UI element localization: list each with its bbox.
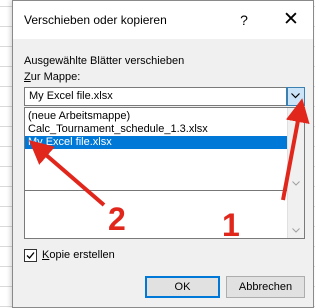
checkmark-icon: [26, 252, 35, 259]
copy-checkbox-label[interactable]: Kopie erstellen: [42, 249, 115, 261]
move-selected-sheets-label: Ausgewählte Blätter verschieben: [24, 55, 185, 67]
list-item-new-workbook[interactable]: (neue Arbeitsmappe): [25, 110, 287, 123]
dialog-title: Verschieben oder kopieren: [24, 13, 167, 27]
move-or-copy-dialog: Verschieben oder kopieren ? ✕ Ausgewählt…: [12, 0, 314, 308]
list-divider: [25, 190, 287, 191]
list-item-my-excel-file[interactable]: My Excel file.xlsx: [25, 136, 287, 149]
to-book-combobox-value: My Excel file.xlsx: [29, 90, 113, 102]
dialog-titlebar: Verschieben oder kopieren ? ✕: [13, 1, 313, 39]
scroll-down-arrow-icon[interactable]: [292, 228, 300, 233]
ok-button[interactable]: OK: [145, 276, 220, 298]
help-button[interactable]: ?: [231, 9, 257, 31]
to-book-dropdown-list[interactable]: (neue Arbeitsmappe) Calc_Tournament_sche…: [24, 107, 305, 239]
copy-checkbox[interactable]: [24, 249, 37, 262]
combobox-dropdown-button[interactable]: [286, 87, 305, 106]
chevron-down-icon: [291, 93, 300, 99]
to-book-combobox[interactable]: My Excel file.xlsx: [24, 87, 305, 106]
cancel-button[interactable]: Abbrechen: [226, 276, 305, 298]
scroll-down-arrow-icon[interactable]: [292, 181, 300, 186]
list-item-calc-tournament[interactable]: Calc_Tournament_schedule_1.3.xlsx: [25, 123, 287, 136]
close-button[interactable]: ✕: [277, 7, 305, 33]
to-book-label: Zur Mappe:: [24, 71, 81, 83]
list-scrollbar[interactable]: [287, 108, 304, 238]
